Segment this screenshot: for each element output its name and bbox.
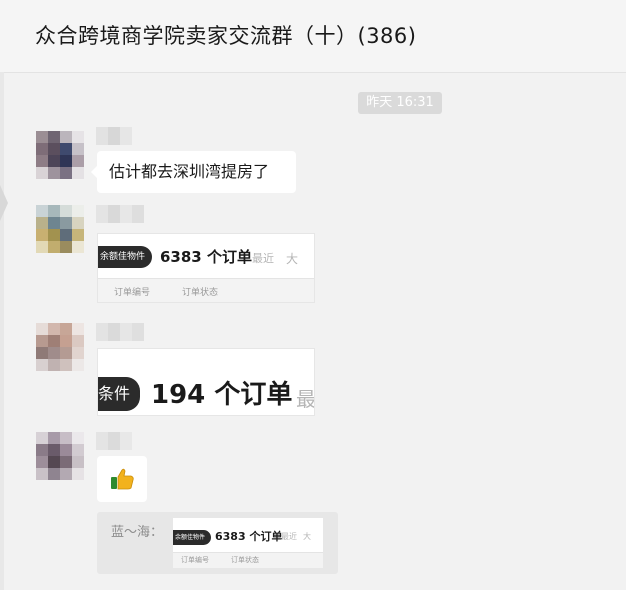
image-message[interactable]: 条件 194 个订单 最 [97,348,315,416]
sender-name [96,432,132,450]
sender-name [96,323,144,341]
chat-title[interactable]: 众合跨境商学院卖家交流群（十）(386) [35,20,416,50]
faded-label: 最近 [281,532,297,541]
quoted-sender: 蓝～海： [111,525,164,540]
quoted-message[interactable]: 蓝～海： 余额佳物件 6383 个订单 最近 大 订单编号 订单状态 [97,512,338,574]
image-message[interactable]: 余额佳物件 6383 个订单 最近 大 订单编号 订单状态 [97,233,315,303]
chat-header: 众合跨境商学院卖家交流群（十）(386) [0,0,626,73]
message-timestamp: 昨天 16:31 [358,92,442,114]
strip-label: 订单状态 [182,288,219,298]
strip-label: 订单状态 [231,556,259,564]
pill-label: 余额佳物件 [98,246,152,268]
order-count: 194 个订单 [151,380,293,410]
faded-label: 最近 [252,252,274,265]
emoji-bubble[interactable] [97,456,147,502]
faded-label: 大 [303,532,311,541]
header-strip: 订单编号 订单状态 [98,278,314,302]
avatar[interactable] [36,131,84,179]
collapse-arrow-icon[interactable] [0,185,8,221]
strip-label: 订单编号 [114,288,151,298]
strip-label: 订单编号 [181,556,209,564]
faded-label: 最 [296,387,315,411]
pill-label: 余额佳物件 [173,530,211,545]
avatar[interactable] [36,432,84,480]
sender-name [96,205,144,223]
faded-label: 大 [286,252,299,266]
order-count: 6383 个订单 [160,248,252,266]
quoted-image[interactable]: 余额佳物件 6383 个订单 最近 大 订单编号 订单状态 [173,518,323,568]
message-bubble[interactable]: 估计都去深圳湾提房了 [97,151,296,193]
left-panel-edge [0,72,4,590]
header-strip: 订单编号 订单状态 [173,552,323,568]
pill-label: 条件 [98,377,140,411]
thumbs-up-icon [111,468,134,490]
order-count: 6383 个订单 [215,530,283,543]
avatar[interactable] [36,323,84,371]
avatar[interactable] [36,205,84,253]
sender-name [96,127,132,145]
